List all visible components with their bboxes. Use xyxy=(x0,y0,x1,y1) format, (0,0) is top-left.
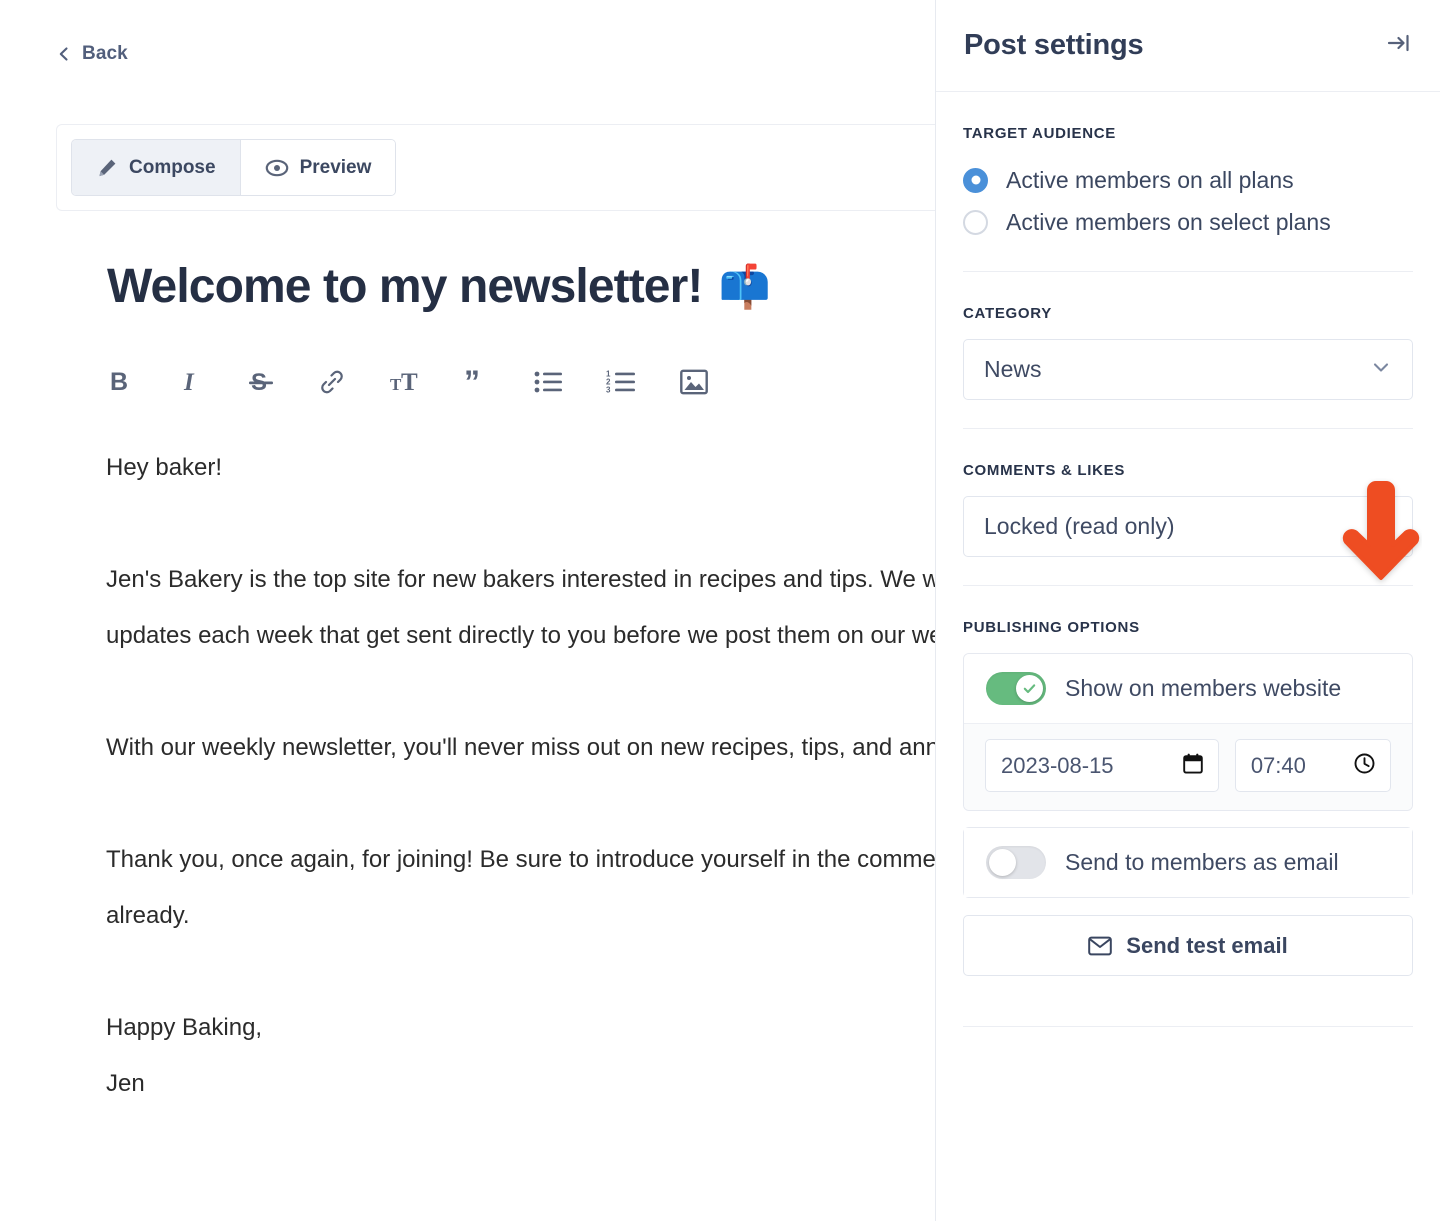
comments-likes-select[interactable]: Locked (read only) xyxy=(963,496,1413,557)
section-comments-likes: Comments & likes Locked (read only) xyxy=(963,429,1413,557)
tab-compose-label: Compose xyxy=(129,156,216,178)
quote-icon[interactable]: ” xyxy=(464,368,490,396)
back-button[interactable]: Back xyxy=(56,43,128,65)
calendar-icon[interactable] xyxy=(1183,753,1203,779)
toggle-knob xyxy=(1016,675,1043,702)
show-on-site-row[interactable]: Show on members website xyxy=(964,654,1412,723)
publish-time-input[interactable]: 07:40 xyxy=(1234,739,1391,792)
publish-date-value: 2023-08-15 xyxy=(1001,752,1114,778)
send-test-email-label: Send test email xyxy=(1126,932,1288,958)
send-email-label: Send to members as email xyxy=(1065,849,1339,875)
svg-text:”: ” xyxy=(464,368,480,396)
eye-icon xyxy=(265,157,289,179)
numbered-list-icon[interactable]: 1 2 3 xyxy=(606,369,636,395)
chevron-down-icon xyxy=(1370,513,1392,540)
clock-icon[interactable] xyxy=(1354,753,1375,779)
publish-time-value: 07:40 xyxy=(1250,752,1306,778)
svg-text:I: I xyxy=(183,369,195,396)
body-greeting: Hey baker! xyxy=(106,454,223,481)
section-category: Category News xyxy=(963,272,1413,400)
page-title[interactable]: Welcome to my newsletter! 📫 xyxy=(107,258,771,316)
body-paragraph-2: With our weekly newsletter, you'll never… xyxy=(106,734,936,761)
post-body[interactable]: Hey baker! Jen's Bakery is the top site … xyxy=(106,440,936,1112)
svg-text:B: B xyxy=(110,368,128,396)
target-audience-label: Target audience xyxy=(963,125,1116,142)
editor-pane: Back Compose Preview Welcome to my newsl… xyxy=(0,0,936,1221)
text-size-icon[interactable]: T T xyxy=(390,368,420,396)
publish-schedule-row: 2023-08-15 07:40 xyxy=(964,723,1412,810)
tab-preview-label: Preview xyxy=(299,156,372,178)
formatting-toolbar: B I S T T ” 1 2 3 xyxy=(108,368,708,396)
comments-likes-label: Comments & likes xyxy=(963,462,1126,479)
bold-icon[interactable]: B xyxy=(108,368,134,396)
radio-select-plans-label: Active members on select plans xyxy=(1006,208,1331,235)
mailbox-emoji-icon: 📫 xyxy=(718,262,770,310)
image-icon[interactable] xyxy=(680,369,708,395)
sidebar-title: Post settings xyxy=(964,29,1144,61)
collapse-panel-icon[interactable] xyxy=(1386,30,1412,61)
section-target-audience: Target audience Active members on all pl… xyxy=(963,92,1413,243)
comments-likes-select-value: Locked (read only) xyxy=(984,513,1175,539)
radio-all-plans[interactable]: Active members on all plans xyxy=(963,159,1413,201)
send-email-row[interactable]: Send to members as email xyxy=(964,828,1412,897)
sidebar-header: Post settings xyxy=(936,0,1440,92)
strikethrough-icon[interactable]: S xyxy=(248,368,274,396)
publish-card: Show on members website 2023-08-15 07:40 xyxy=(963,653,1413,811)
tab-compose[interactable]: Compose xyxy=(72,140,241,195)
svg-text:3: 3 xyxy=(606,386,611,395)
radio-select-plans-indicator[interactable] xyxy=(963,209,988,235)
send-email-toggle[interactable] xyxy=(986,846,1046,879)
divider-4 xyxy=(963,1026,1413,1027)
radio-all-plans-label: Active members on all plans xyxy=(1006,166,1294,193)
link-icon[interactable] xyxy=(318,368,346,396)
toggle-knob xyxy=(989,849,1016,876)
publish-date-input[interactable]: 2023-08-15 xyxy=(985,739,1219,792)
body-paragraph-1: Jen's Bakery is the top site for new bak… xyxy=(106,566,936,649)
send-test-email-button[interactable]: Send test email xyxy=(963,915,1413,976)
show-on-site-label: Show on members website xyxy=(1065,675,1342,701)
pencil-icon xyxy=(96,157,118,179)
body-signature: Jen xyxy=(106,1070,145,1097)
send-email-card: Send to members as email xyxy=(963,827,1413,898)
svg-text:T: T xyxy=(401,369,418,396)
tab-preview[interactable]: Preview xyxy=(240,140,396,195)
category-label: Category xyxy=(963,305,1052,322)
italic-icon[interactable]: I xyxy=(178,368,204,396)
category-select-value: News xyxy=(984,356,1042,382)
category-select[interactable]: News xyxy=(963,339,1413,400)
doc-title-text: Welcome to my newsletter! xyxy=(107,260,703,313)
chevron-down-icon xyxy=(1370,356,1392,383)
post-editor-screen: Back Compose Preview Welcome to my newsl… xyxy=(0,0,1440,1221)
radio-select-plans[interactable]: Active members on select plans xyxy=(963,201,1413,243)
body-signoff: Happy Baking, xyxy=(106,1014,263,1041)
sidebar-body: Target audience Active members on all pl… xyxy=(936,92,1440,1027)
envelope-icon xyxy=(1088,936,1113,956)
check-icon xyxy=(1023,684,1036,694)
body-paragraph-3: Thank you, once again, for joining! Be s… xyxy=(106,846,936,929)
editor-tabs: Compose Preview xyxy=(71,139,397,196)
post-settings-sidebar: Post settings Target audience Active mem… xyxy=(935,0,1440,1221)
chevron-left-icon xyxy=(56,46,72,62)
publishing-options-label: Publishing options xyxy=(963,619,1140,636)
section-publishing-options: Publishing options Show on members websi… xyxy=(963,586,1413,1027)
editor-tabs-container: Compose Preview xyxy=(56,124,936,211)
back-label: Back xyxy=(82,43,128,64)
show-on-site-toggle[interactable] xyxy=(986,672,1046,705)
bullet-list-icon[interactable] xyxy=(534,369,562,395)
radio-all-plans-indicator[interactable] xyxy=(963,167,988,193)
